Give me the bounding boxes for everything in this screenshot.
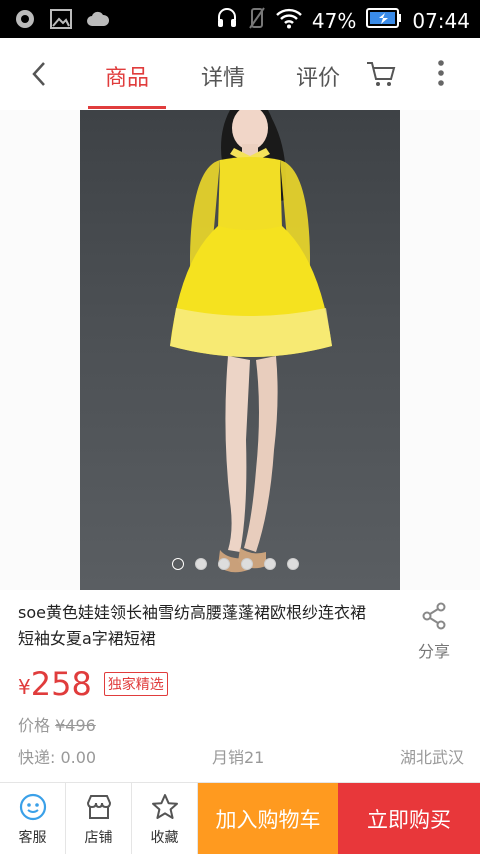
- original-price-label: 价格: [18, 716, 51, 735]
- share-icon: [421, 602, 447, 634]
- product-nav-bar: 商品 详情 评价: [0, 38, 480, 110]
- bottom-action-bar: 客服 店铺 收藏 加入购物车 立即购买: [0, 782, 480, 854]
- shop-label: 店铺: [84, 830, 113, 846]
- buy-now-button[interactable]: 立即购买: [338, 783, 480, 854]
- more-menu-icon[interactable]: [434, 58, 448, 88]
- original-price: ¥496: [55, 716, 96, 735]
- exclusive-badge: 独家精选: [103, 672, 168, 696]
- status-bar: 47% 07:44: [0, 0, 480, 38]
- app-notification-icon: [14, 8, 36, 34]
- customer-service-button[interactable]: 客服: [0, 783, 66, 854]
- share-label: 分享: [417, 642, 450, 661]
- customer-service-icon: [19, 793, 47, 825]
- current-price: 258: [30, 665, 92, 703]
- tab-reviews[interactable]: 评价: [296, 60, 340, 92]
- tab-details[interactable]: 详情: [201, 60, 245, 92]
- vibrate-off-icon: [248, 6, 266, 35]
- shop-icon: [85, 795, 113, 825]
- battery-percent: 47%: [311, 8, 357, 33]
- clock: 07:44: [412, 8, 470, 33]
- gallery-page-indicator: [172, 558, 299, 570]
- gallery-dot[interactable]: [195, 558, 207, 570]
- wifi-icon: [276, 7, 302, 34]
- star-icon: [151, 794, 179, 825]
- shipping-fee: 快递: 0.00: [18, 748, 97, 767]
- share-button[interactable]: 分享: [412, 602, 456, 662]
- cloud-notification-icon: [86, 11, 110, 31]
- price-row: ¥ 258 独家精选: [18, 666, 168, 702]
- favorite-button[interactable]: 收藏: [132, 783, 198, 854]
- active-tab-indicator: [88, 106, 166, 109]
- add-to-cart-button[interactable]: 加入购物车: [198, 783, 338, 854]
- back-arrow-icon[interactable]: [22, 56, 58, 92]
- monthly-sales: 月销21: [212, 748, 265, 767]
- tab-product[interactable]: 商品: [105, 60, 149, 92]
- original-price-row: 价格 ¥496: [18, 712, 96, 736]
- gallery-dot[interactable]: [241, 558, 253, 570]
- shop-button[interactable]: 店铺: [66, 783, 132, 854]
- gallery-dot[interactable]: [287, 558, 299, 570]
- headset-icon: [216, 6, 238, 35]
- product-photo[interactable]: [80, 110, 400, 590]
- shopping-cart-icon[interactable]: [366, 60, 396, 88]
- currency-symbol: ¥: [18, 675, 31, 699]
- product-title: soe黄色娃娃领长袖雪纺高腰蓬蓬裙欧根纱连衣裙短袖女夏a字裙短裙: [18, 603, 366, 648]
- battery-charging-icon: [366, 7, 402, 34]
- gallery-dot[interactable]: [264, 558, 276, 570]
- ship-from-location: 湖北武汉: [399, 748, 464, 767]
- favorite-label: 收藏: [150, 830, 179, 846]
- image-notification-icon: [50, 9, 72, 33]
- customer-service-label: 客服: [18, 830, 47, 846]
- product-image-gallery[interactable]: [0, 110, 480, 590]
- gallery-dot[interactable]: [172, 558, 184, 570]
- gallery-dot[interactable]: [218, 558, 230, 570]
